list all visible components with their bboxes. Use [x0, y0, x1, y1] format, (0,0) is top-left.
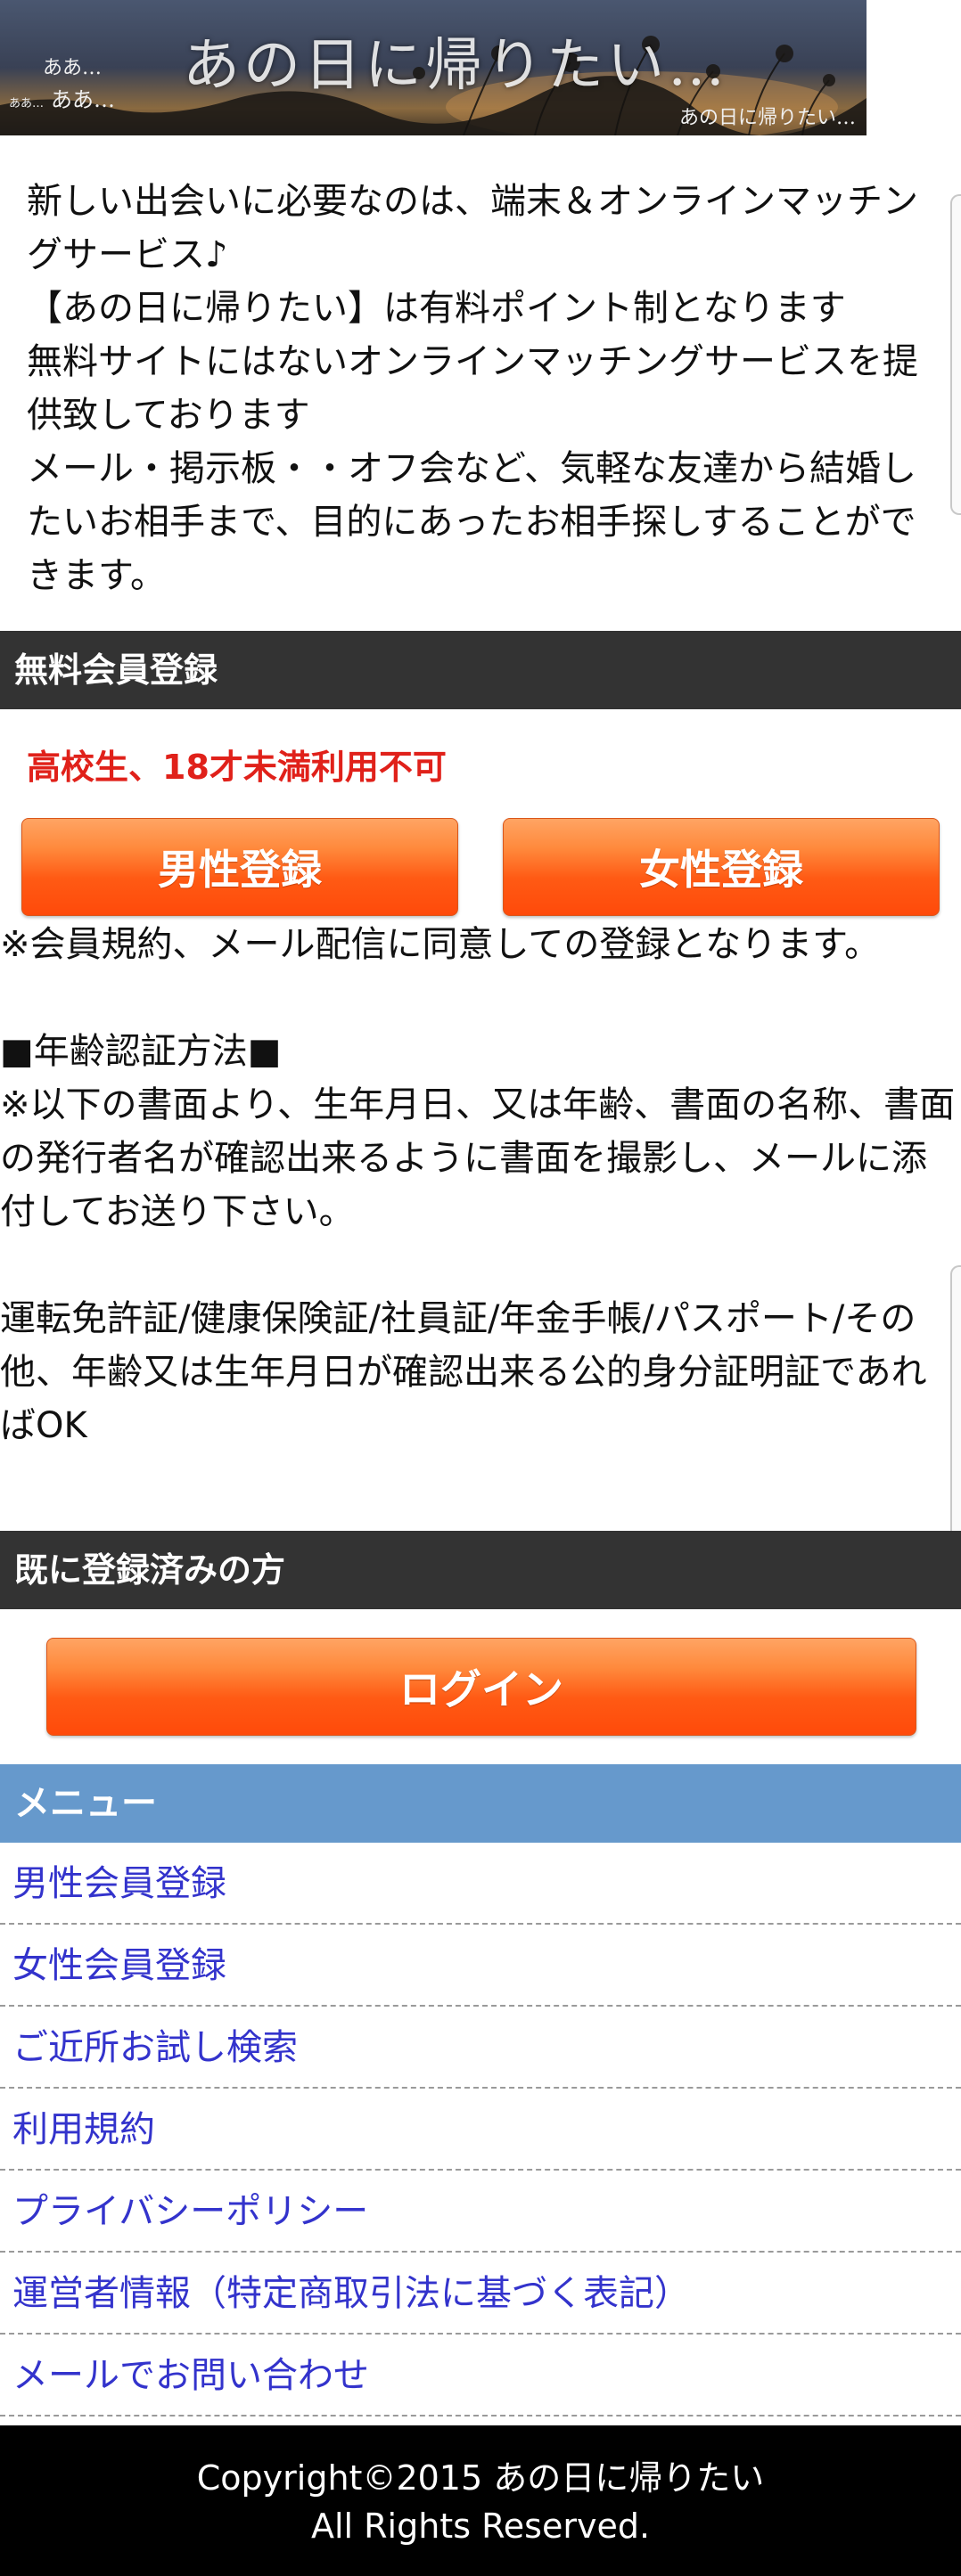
menu-item-privacy-policy[interactable]: プライバシーポリシー	[0, 2171, 961, 2253]
menu-item-nearby-trial-search[interactable]: ご近所お試し検索	[0, 2007, 961, 2089]
site-banner[interactable]: ああ… ああ… ああ… あの日に帰りたい… あの日に帰りたい…	[0, 0, 867, 135]
age-verification-instructions: ※以下の書面より、生年月日、又は年齢、書面の名称、書面の発行者名が確認出来るよう…	[0, 1084, 956, 1232]
intro-line: 新しい出会いに必要なのは、端末＆オンラインマッチングサービス♪	[27, 181, 918, 275]
footer: Copyright©2015 あの日に帰りたい All Rights Reser…	[0, 2425, 961, 2576]
accepted-id-documents: 運転免許証/健康保険証/社員証/年金手帳/パスポート/その他、年齢又は生年月日が…	[0, 1298, 927, 1446]
age-restriction-warning: 高校生、18才未満利用不可	[27, 748, 447, 787]
banner-subtitle-b: ああ… ああ…	[9, 82, 115, 113]
menu-header: メニュー	[0, 1764, 961, 1843]
banner-subtitle-a: ああ…	[43, 57, 103, 79]
female-register-button[interactable]: 女性登録	[503, 818, 940, 916]
login-button[interactable]: ログイン	[46, 1638, 916, 1736]
intro-line: メール・掲示板・・オフ会など、気軽な友達から結婚したいお相手まで、目的にあったお…	[27, 448, 916, 596]
banner-subtitle-b-text: ああ…	[51, 87, 116, 112]
banner-title: あの日に帰りたい…	[183, 33, 728, 99]
menu-item-operator-info[interactable]: 運営者情報（特定商取引法に基づく表記）	[0, 2253, 961, 2335]
banner-tagline: あの日に帰りたい…	[678, 107, 856, 129]
footer-copyright: Copyright©2015 あの日に帰りたい	[196, 2458, 765, 2498]
footer-rights: All Rights Reserved.	[310, 2506, 651, 2546]
intro-line: 無料サイトにはないオンラインマッチングサービスを提供致しております	[27, 341, 918, 436]
intro-text: 新しい出会いに必要なのは、端末＆オンラインマッチングサービス♪ 【あの日に帰りた…	[27, 175, 918, 602]
age-verification-title: ■年齢認証方法■	[0, 1031, 282, 1072]
menu-item-female-registration[interactable]: 女性会員登録	[0, 1925, 961, 2007]
menu-item-male-registration[interactable]: 男性会員登録	[0, 1843, 961, 1925]
menu-item-contact-email[interactable]: メールでお問い合わせ	[0, 2335, 961, 2417]
scroll-indicator[interactable]	[950, 194, 961, 515]
menu-list: 男性会員登録 女性会員登録 ご近所お試し検索 利用規約 プライバシーポリシー 運…	[0, 1843, 961, 2417]
banner-subtitle-b-small: ああ…	[9, 97, 45, 110]
registered-users-header: 既に登録済みの方	[0, 1531, 961, 1609]
menu-item-terms[interactable]: 利用規約	[0, 2089, 961, 2171]
intro-line: 【あの日に帰りたい】は有料ポイント制となります	[27, 288, 846, 329]
male-register-button[interactable]: 男性登録	[21, 818, 458, 916]
registration-notes: ※会員規約、メール配信に同意しての登録となります。 ■年齢認証方法■ ※以下の書…	[0, 918, 961, 1452]
agreement-note: ※会員規約、メール配信に同意しての登録となります。	[0, 924, 881, 965]
free-registration-header: 無料会員登録	[0, 631, 961, 709]
